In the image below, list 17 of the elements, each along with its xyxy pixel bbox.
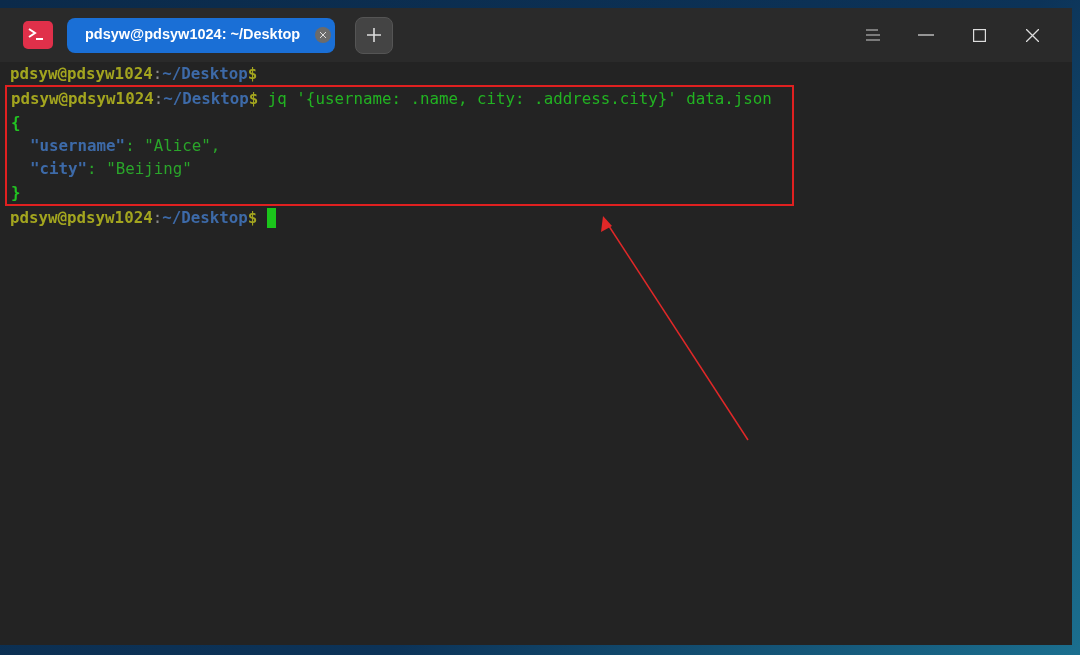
terminal-line: pdsyw@pdsyw1024:~/Desktop$ [10,62,258,85]
terminal-line: pdsyw@pdsyw1024:~/Desktop$ jq '{username: .name, city: .address.city}' data.json [11,88,772,111]
close-icon [320,32,326,38]
close-icon [1025,28,1039,42]
maximize-icon [972,28,986,42]
terminal-line: { [11,111,21,134]
new-tab-button[interactable] [355,16,393,54]
terminal-line: "username": "Alice", [29,135,221,158]
terminal-app-icon [23,21,53,49]
terminal-line: "city": "Beijing" [29,158,192,181]
menu-icon [866,29,880,41]
plus-icon [367,28,381,42]
terminal-line: pdsyw@pdsyw1024:~/Desktop$ [10,207,258,230]
close-tab-button[interactable] [315,27,331,43]
tab[interactable]: pdsyw@pdsyw1024: ~/Desktop [67,17,335,53]
terminal-line: } [11,181,21,204]
minimize-icon [918,34,934,36]
